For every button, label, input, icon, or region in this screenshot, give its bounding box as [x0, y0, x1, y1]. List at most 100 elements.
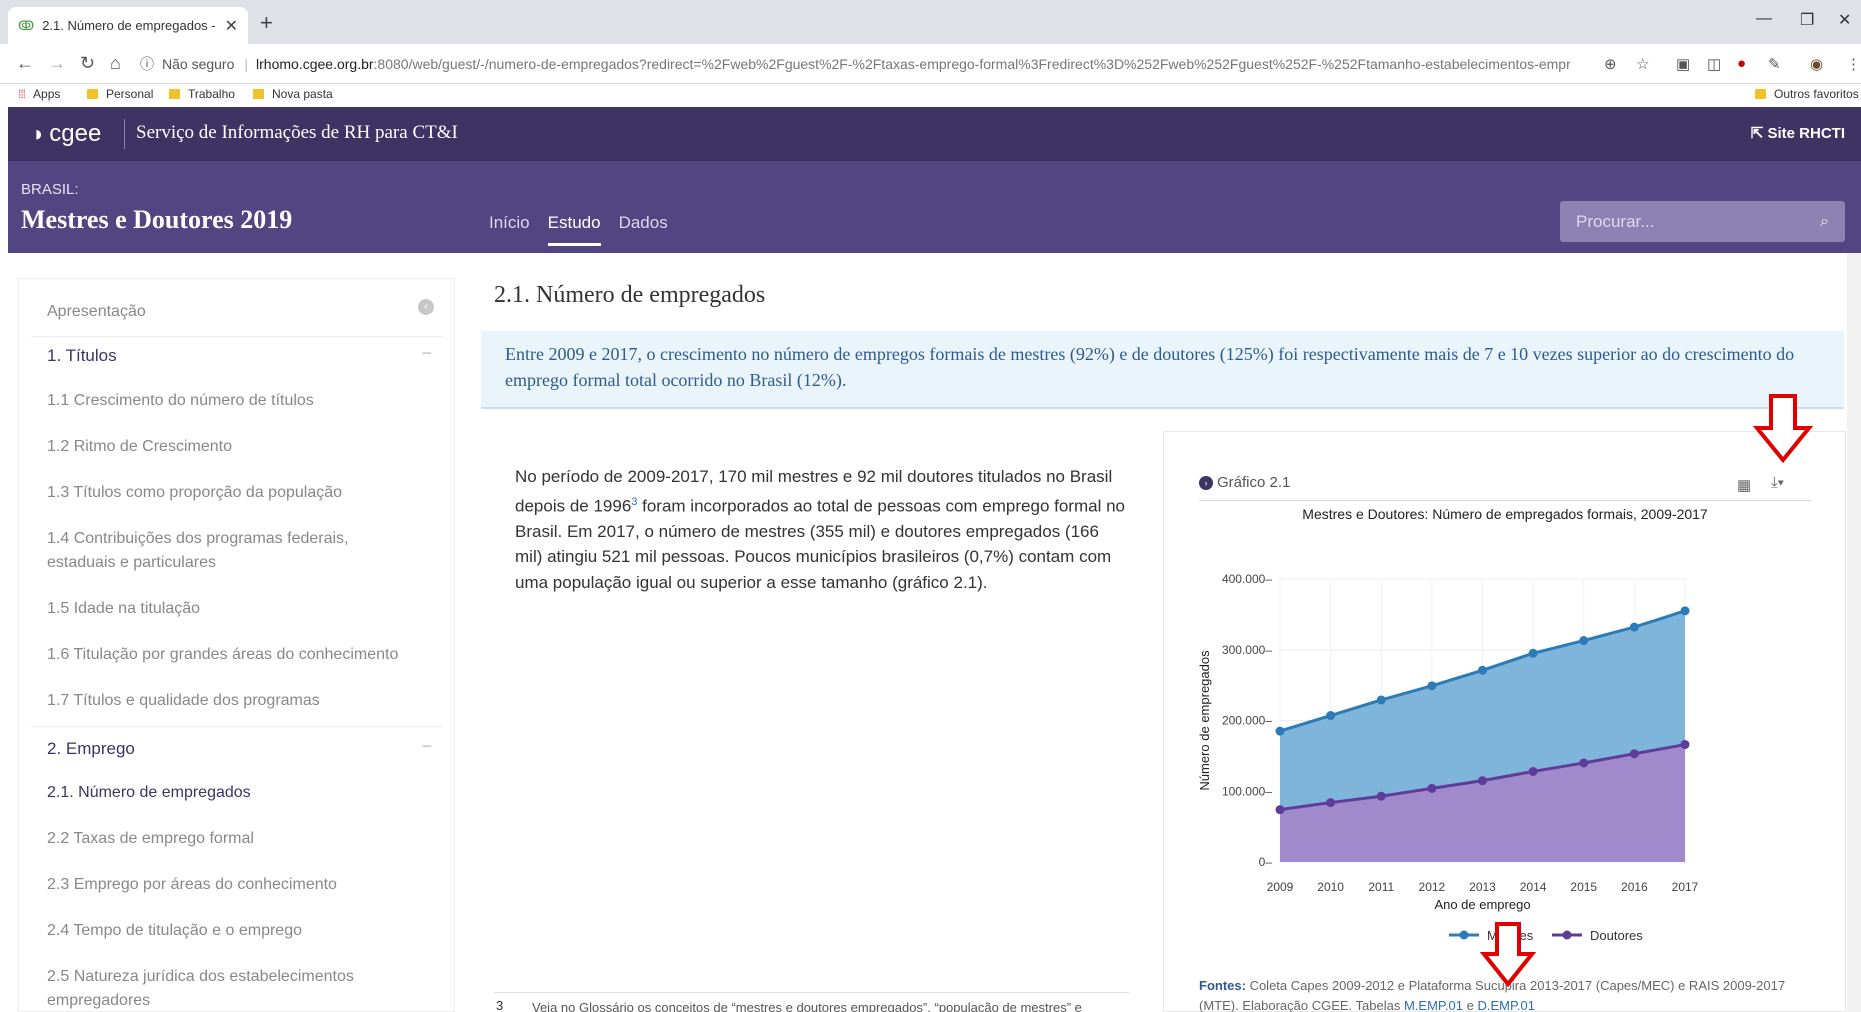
url-path: :8080/web/guest/-/numero-de-empregados?r… [373, 56, 1570, 72]
folder-icon [169, 89, 180, 99]
red-arrow-annotation-icon [1480, 922, 1536, 988]
info-icon[interactable]: ⓘ [140, 54, 154, 74]
url-host: lrhomo.cgee.org.br [256, 56, 374, 72]
zoom-icon[interactable]: ⊕ [1604, 55, 1617, 73]
minimize-icon[interactable]: — [1756, 10, 1772, 28]
sidebar-item-2-4[interactable]: 2.4 Tempo de titulação e o emprego [47, 919, 407, 943]
data-point [1478, 665, 1487, 675]
highlight-callout: Entre 2009 e 2017, o crescimento no núme… [481, 331, 1844, 409]
new-tab-button[interactable]: + [260, 10, 273, 36]
nav-inicio[interactable]: Início [489, 213, 530, 246]
sidebar-item-2-1[interactable]: 2.1. Número de empregados [47, 781, 407, 805]
data-point [1326, 798, 1336, 808]
search-placeholder: Procurar... [1576, 211, 1655, 231]
extension-panel-icon[interactable]: ◫ [1707, 55, 1721, 73]
bookmark-trabalho[interactable]: Trabalho [169, 87, 235, 101]
cgee-logo[interactable]: ◗ cgee [32, 120, 101, 148]
data-point [1376, 791, 1386, 801]
sidebar-item-2-3[interactable]: 2.3 Emprego por áreas do conhecimento [47, 873, 407, 897]
home-icon[interactable]: ⌂ [110, 53, 121, 74]
bookmark-nova-pasta[interactable]: Nova pasta [253, 87, 333, 101]
collapse-emprego-icon[interactable]: − [421, 736, 432, 757]
collapse-sidebar-icon[interactable]: ‹ [418, 299, 434, 315]
security-label: Não seguro [162, 56, 235, 72]
bookmarks-bar: ⁞⁞⁞ Apps Personal Trabalho Nova pasta Out… [0, 84, 1861, 106]
bookmark-star-icon[interactable]: ☆ [1636, 55, 1649, 73]
data-point [1275, 726, 1285, 736]
sidebar-item-1-7[interactable]: 1.7 Títulos e qualidade dos programas [47, 689, 407, 713]
sidebar-item-2-5[interactable]: 2.5 Natureza jurídica dos estabeleciment… [47, 965, 407, 1012]
bookmark-apps[interactable]: ⁞⁞⁞ Apps [18, 87, 60, 101]
data-point [1680, 606, 1690, 616]
browser-tab-bar: ↂ 2.1. Número de empregados - 2. ✕ + — ❐… [0, 0, 1861, 44]
country-label: BRASIL: [21, 181, 79, 198]
folder-icon [1755, 89, 1766, 99]
x-tick-label: 2016 [1621, 880, 1648, 894]
sidebar-item-2-2[interactable]: 2.2 Taxas de emprego formal [47, 827, 407, 851]
bookmark-personal[interactable]: Personal [87, 87, 153, 101]
y-tick-label: 200.000– [1222, 714, 1272, 728]
profile-avatar-icon[interactable]: ◉ [1810, 55, 1823, 73]
extension-edit-icon[interactable]: ✎ [1768, 55, 1781, 73]
table-link-mestres[interactable]: M.EMP.01 [1404, 998, 1463, 1012]
sidebar-item-1-2[interactable]: 1.2 Ritmo de Crescimento [47, 435, 407, 459]
sidebar-item-1-1[interactable]: 1.1 Crescimento do número de títulos [47, 389, 407, 413]
restore-icon[interactable]: ❐ [1800, 10, 1814, 30]
data-point [1376, 695, 1386, 705]
window-close-icon[interactable]: ✕ [1838, 10, 1851, 30]
chart-title: Mestres e Doutores: Número de empregados… [1302, 506, 1708, 522]
tab-close-icon[interactable]: ✕ [225, 16, 238, 36]
data-point [1629, 749, 1639, 759]
logo-divider [124, 119, 125, 149]
data-point [1427, 681, 1437, 691]
x-tick-label: 2011 [1368, 880, 1394, 894]
bookmark-other[interactable]: Outros favoritos [1755, 87, 1859, 101]
table-link-doutores[interactable]: D.EMP.01 [1477, 998, 1535, 1012]
site-rhcti-link[interactable]: ⇱ Site RHCTI [1751, 124, 1845, 142]
search-icon[interactable]: ⌕ [1820, 213, 1829, 231]
area-chart: Mestres e Doutores: Número de empregados… [1197, 506, 1708, 943]
content-title: 2.1. Número de empregados [494, 282, 766, 308]
y-tick-label: 300.000– [1222, 643, 1272, 657]
x-axis-label: Ano de emprego [1434, 897, 1530, 912]
sidebar-section-titulos[interactable]: 1. Títulos [47, 344, 407, 368]
reload-icon[interactable]: ↻ [80, 53, 95, 74]
site-hero: BRASIL: Mestres e Doutores 2019 Início E… [8, 161, 1861, 253]
sidebar-item-apresentacao[interactable]: Apresentação [47, 300, 407, 324]
search-input[interactable]: Procurar... ⌕ [1560, 201, 1845, 242]
data-point [1478, 776, 1487, 786]
back-icon[interactable]: ← [16, 53, 34, 74]
tab-title: 2.1. Número de empregados - 2. [42, 18, 219, 33]
x-tick-label: 2017 [1672, 880, 1699, 894]
publication-title: Mestres e Doutores 2019 [21, 205, 293, 234]
sidebar: ‹ Apresentação 1. Títulos − 1.1 Crescime… [18, 278, 455, 1012]
sidebar-divider [31, 726, 443, 727]
body-paragraph: No período de 2009-2017, 170 mil mestres… [515, 467, 1125, 592]
nav-estudo[interactable]: Estudo [547, 213, 601, 246]
url-field[interactable]: ⓘ Não seguro | lrhomo.cgee.org.br:8080/w… [140, 49, 1570, 79]
x-tick-label: 2012 [1419, 880, 1446, 894]
apps-grid-icon: ⁞⁞⁞ [18, 87, 26, 101]
adblock-icon[interactable]: ● [1737, 55, 1746, 72]
sidebar-section-emprego[interactable]: 2. Emprego [47, 737, 407, 761]
sidebar-item-1-3[interactable]: 1.3 Títulos como proporção da população [47, 481, 407, 505]
sidebar-item-1-6[interactable]: 1.6 Titulação por grandes áreas do conhe… [47, 643, 407, 667]
extension-printer-icon[interactable]: ▣ [1676, 55, 1690, 73]
legend-marker [1562, 930, 1572, 940]
data-point [1579, 758, 1589, 768]
data-point [1680, 740, 1690, 750]
nav-dados[interactable]: Dados [619, 213, 668, 246]
sidebar-item-1-4[interactable]: 1.4 Contribuições dos programas federais… [47, 527, 407, 575]
sidebar-item-1-5[interactable]: 1.5 Idade na titulação [47, 597, 407, 621]
page-scrollbar[interactable] [1847, 253, 1861, 1012]
address-toolbar: ← → ↻ ⌂ ⓘ Não seguro | lrhomo.cgee.org.b… [0, 44, 1861, 84]
menu-dots-icon[interactable]: ⋮ [1846, 55, 1861, 73]
data-point [1579, 636, 1589, 646]
y-tick-label: 0– [1259, 855, 1273, 869]
cgee-logo-icon: ◗ [32, 121, 46, 146]
collapse-titulos-icon[interactable]: − [421, 343, 432, 364]
data-point [1326, 711, 1336, 721]
browser-tab[interactable]: ↂ 2.1. Número de empregados - 2. ✕ [8, 7, 248, 44]
forward-icon[interactable]: → [48, 53, 66, 74]
footnote-divider [494, 992, 1129, 993]
